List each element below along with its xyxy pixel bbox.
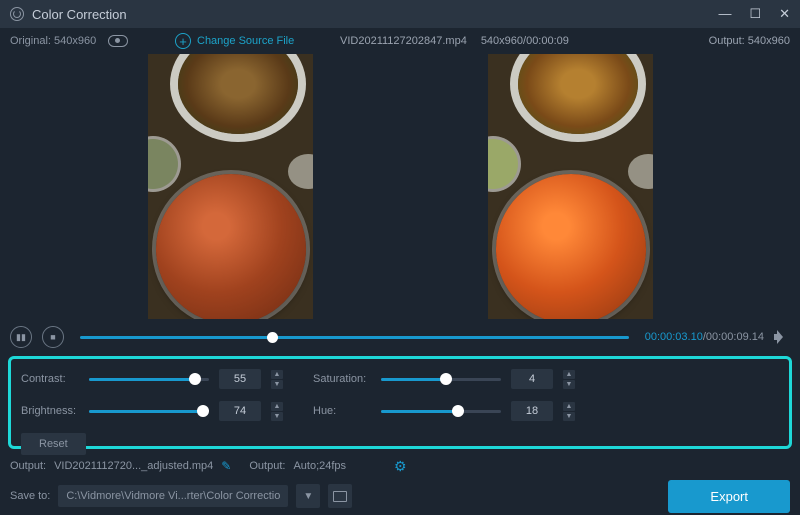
reset-button[interactable]: Reset: [21, 433, 86, 455]
brightness-control: Brightness: ▲▼: [21, 401, 283, 421]
maximize-button[interactable]: ☐: [749, 6, 761, 22]
output-label-2: Output:: [249, 460, 285, 472]
contrast-down[interactable]: ▼: [271, 380, 283, 389]
brightness-up[interactable]: ▲: [271, 402, 283, 411]
hue-label: Hue:: [313, 405, 371, 417]
hue-control: Hue: ▲▼: [313, 401, 575, 421]
brightness-label: Brightness:: [21, 405, 79, 417]
original-dimensions-label: Original: 540x960: [10, 35, 96, 47]
adjustment-panel: Contrast: ▲▼ Saturation: ▲▼ Brightness: …: [8, 356, 792, 449]
plus-circle-icon: +: [175, 33, 191, 49]
timeline-slider[interactable]: [80, 336, 629, 339]
saturation-input[interactable]: [511, 369, 553, 389]
close-button[interactable]: ✕: [779, 6, 790, 22]
saturation-label: Saturation:: [313, 373, 371, 385]
hue-down[interactable]: ▼: [563, 412, 575, 421]
save-row: Save to: ▼ Export: [0, 477, 800, 515]
file-info: VID20211127202847.mp4 540x960/00:00:09: [340, 35, 569, 47]
output-dimensions-label: Output: 540x960: [709, 35, 790, 47]
contrast-up[interactable]: ▲: [271, 370, 283, 379]
output-filename: VID2021112720..._adjusted.mp4: [54, 460, 213, 472]
save-to-label: Save to:: [10, 490, 50, 502]
source-filename: VID20211127202847.mp4: [340, 35, 467, 47]
export-button[interactable]: Export: [668, 480, 790, 513]
window-title: Color Correction: [32, 7, 127, 22]
output-info-row: Output: VID2021112720..._adjusted.mp4 ✎ …: [0, 455, 800, 477]
contrast-control: Contrast: ▲▼: [21, 369, 283, 389]
eye-icon[interactable]: [108, 35, 128, 47]
hue-up[interactable]: ▲: [563, 402, 575, 411]
header-left: Original: 540x960: [10, 35, 128, 47]
output-format: Auto;24fps: [293, 460, 346, 472]
brightness-input[interactable]: [219, 401, 261, 421]
settings-gear-icon[interactable]: ⚙: [394, 458, 407, 475]
saturation-slider[interactable]: [381, 378, 501, 381]
hue-slider[interactable]: [381, 410, 501, 413]
brightness-down[interactable]: ▼: [271, 412, 283, 421]
contrast-label: Contrast:: [21, 373, 79, 385]
hue-input[interactable]: [511, 401, 553, 421]
current-time: 00:00:03.10: [645, 331, 703, 343]
original-preview: [148, 54, 313, 319]
playback-bar: ▮▮ ■ 00:00:03.10/00:00:09.14: [0, 322, 800, 352]
save-path-input[interactable]: [58, 485, 288, 507]
path-dropdown-button[interactable]: ▼: [296, 484, 320, 508]
minimize-button[interactable]: —: [718, 6, 731, 22]
volume-icon[interactable]: [774, 330, 790, 344]
brightness-slider[interactable]: [89, 410, 209, 413]
contrast-input[interactable]: [219, 369, 261, 389]
titlebar-left: Color Correction: [10, 7, 127, 22]
edit-filename-icon[interactable]: ✎: [221, 459, 231, 473]
window-controls: — ☐ ✕: [718, 6, 790, 22]
change-source-label: Change Source File: [197, 35, 294, 47]
source-dimensions-duration: 540x960/00:00:09: [481, 35, 569, 47]
adjusted-preview: [488, 54, 653, 319]
time-display: 00:00:03.10/00:00:09.14: [645, 331, 764, 343]
header-bar: Original: 540x960 + Change Source File V…: [0, 28, 800, 54]
app-icon: [10, 7, 24, 21]
total-time: /00:00:09.14: [703, 331, 764, 343]
contrast-slider[interactable]: [89, 378, 209, 381]
output-label-1: Output:: [10, 460, 46, 472]
titlebar: Color Correction — ☐ ✕: [0, 0, 800, 28]
saturation-up[interactable]: ▲: [563, 370, 575, 379]
preview-area: [0, 54, 800, 322]
pause-button[interactable]: ▮▮: [10, 326, 32, 348]
change-source-button[interactable]: + Change Source File: [175, 33, 294, 49]
saturation-control: Saturation: ▲▼: [313, 369, 575, 389]
saturation-down[interactable]: ▼: [563, 380, 575, 389]
browse-folder-button[interactable]: [328, 484, 352, 508]
stop-button[interactable]: ■: [42, 326, 64, 348]
